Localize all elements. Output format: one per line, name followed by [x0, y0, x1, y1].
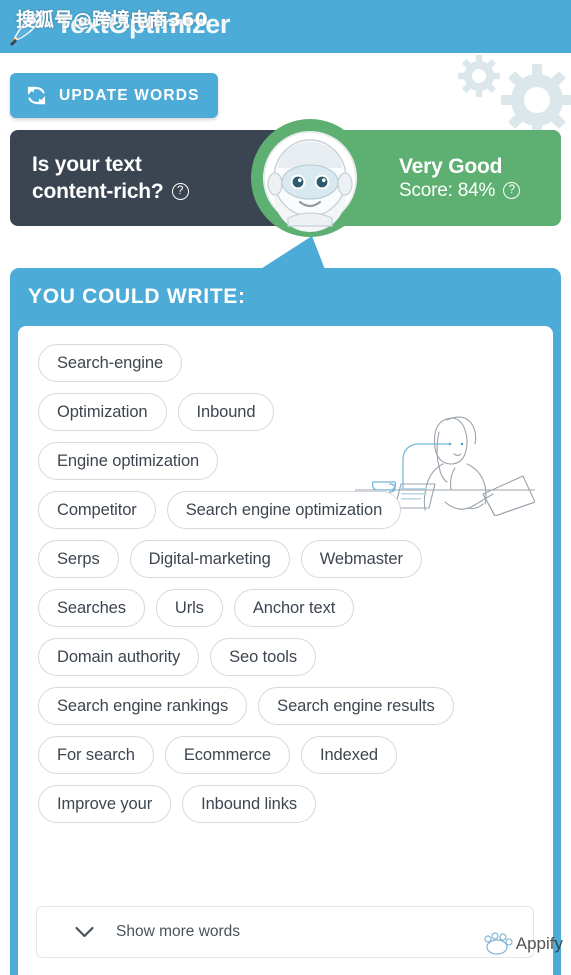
- suggested-word-tag[interactable]: Anchor text: [233, 589, 355, 627]
- suggested-word-tag[interactable]: Competitor: [38, 491, 156, 529]
- score-verdict: Very Good: [399, 154, 503, 178]
- suggested-word-tag[interactable]: Improve your: [38, 785, 172, 823]
- help-circle-icon[interactable]: ?: [503, 182, 521, 199]
- suggested-word-tag[interactable]: Webmaster: [300, 540, 422, 578]
- suggested-word-tag[interactable]: For search: [38, 736, 154, 774]
- suggested-words-row: For search Ecommerce Indexed: [28, 736, 543, 774]
- refresh-icon: [27, 86, 46, 105]
- suggested-word-tag[interactable]: Seo tools: [210, 638, 317, 676]
- score-question-line2: content-rich?: [32, 180, 164, 203]
- suggested-words-row: Competitor Search engine optimization: [28, 491, 543, 529]
- panel-body: Search-engine Optimization Inbound Engine o…: [18, 326, 553, 975]
- suggested-words-row: Searches Urls Anchor text: [28, 589, 543, 627]
- suggested-words-list: Search-engine Optimization Inbound Engine o…: [28, 344, 543, 823]
- chevron-down-icon: [75, 926, 94, 938]
- suggested-words-row: Serps Digital-marketing Webmaster: [28, 540, 543, 578]
- gears-decoration-icon: [458, 55, 571, 130]
- suggested-word-tag[interactable]: Search engine optimization: [166, 491, 402, 529]
- suggested-word-tag[interactable]: Engine optimization: [38, 442, 219, 480]
- source-watermark: 搜狐号@跨境电商360: [16, 9, 208, 31]
- robot-avatar-icon: [251, 119, 369, 237]
- suggested-words-row: Improve your Inbound links: [28, 785, 543, 823]
- suggested-word-tag[interactable]: Domain authority: [38, 638, 200, 676]
- textoptimizer-app: TextOptimizer 搜狐号@跨境电商360 UPDATE WORDS I…: [0, 0, 571, 975]
- suggested-word-tag[interactable]: Search engine rankings: [38, 687, 248, 725]
- suggested-word-tag[interactable]: Digital-marketing: [129, 540, 290, 578]
- suggested-words-panel: YOU COULD WRITE: Search-engine Optimizat…: [10, 268, 561, 975]
- suggested-words-row: Engine optimization: [28, 442, 543, 480]
- suggested-words-row: Optimization Inbound: [28, 393, 543, 431]
- panel-header: YOU COULD WRITE:: [10, 268, 561, 326]
- suggested-words-row: Domain authority Seo tools: [28, 638, 543, 676]
- suggested-word-tag[interactable]: Inbound: [177, 393, 275, 431]
- suggested-word-tag[interactable]: Serps: [38, 540, 119, 578]
- suggested-words-row: Search-engine: [28, 344, 543, 382]
- suggested-word-tag[interactable]: Indexed: [300, 736, 398, 774]
- suggested-word-tag[interactable]: Search engine results: [258, 687, 454, 725]
- suggested-words-row: Search engine rankings Search engine resu…: [28, 687, 543, 725]
- panel-header-title: YOU COULD WRITE:: [28, 285, 246, 308]
- suggested-word-tag[interactable]: Ecommerce: [164, 736, 290, 774]
- suggested-word-tag[interactable]: Inbound links: [182, 785, 317, 823]
- update-words-label: UPDATE WORDS: [59, 86, 200, 104]
- show-more-words-label: Show more words: [116, 923, 241, 940]
- speech-bubble-tail: [256, 236, 326, 272]
- suggested-word-tag[interactable]: Urls: [155, 589, 223, 627]
- help-circle-icon[interactable]: ?: [171, 183, 189, 200]
- update-words-button[interactable]: UPDATE WORDS: [10, 73, 218, 118]
- suggested-word-tag[interactable]: Searches: [38, 589, 145, 627]
- suggested-word-tag[interactable]: Search-engine: [38, 344, 183, 382]
- show-more-words-button[interactable]: Show more words: [36, 906, 534, 958]
- score-value-text: Score: 84%: [399, 179, 496, 201]
- suggested-word-tag[interactable]: Optimization: [38, 393, 167, 431]
